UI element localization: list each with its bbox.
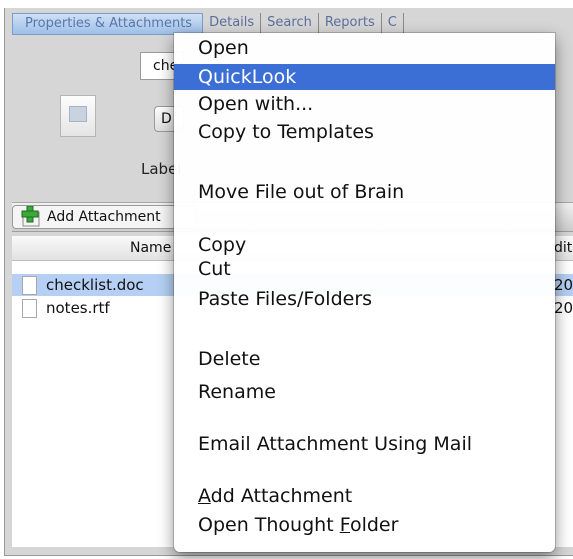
- label-part: Open Thought: [198, 514, 340, 536]
- menu-item-label: Move File out of Brain: [198, 181, 405, 203]
- name-column-header[interactable]: Name: [130, 236, 171, 260]
- menu-item-label: Open Thought Folder: [198, 512, 398, 538]
- rtf-file-icon: [22, 299, 37, 318]
- add-attachment-button[interactable]: Add Attachment: [12, 205, 196, 229]
- modified-column-header[interactable]: dit: [554, 236, 572, 260]
- menu-item-add-attachment[interactable]: Add Attachment: [174, 483, 555, 509]
- menu-item-open[interactable]: Open: [174, 35, 555, 61]
- mnemonic-letter: F: [339, 514, 350, 536]
- menu-item-label: Rename: [198, 381, 276, 403]
- menu-item-label: Copy to Templates: [198, 121, 374, 143]
- menu-item-label: Open with...: [198, 93, 314, 115]
- menu-item-copy-to-templates[interactable]: Copy to Templates: [174, 119, 555, 145]
- menu-item-label: Open: [198, 37, 249, 59]
- doc-file-icon: [22, 276, 37, 295]
- tab-details[interactable]: Details: [203, 13, 262, 33]
- tab-properties-attachments[interactable]: Properties & Attachments: [12, 13, 204, 35]
- document-icon: [60, 95, 96, 137]
- label-part: dd Attachment: [210, 485, 353, 507]
- menu-item-label: Copy: [198, 234, 247, 256]
- add-attachment-label: Add Attachment: [47, 209, 161, 225]
- mnemonic-letter: A: [198, 485, 211, 507]
- tab-c[interactable]: C: [382, 13, 404, 33]
- file-date: 20: [554, 276, 573, 294]
- menu-item-email-attachment[interactable]: Email Attachment Using Mail: [174, 431, 555, 457]
- menu-item-open-with[interactable]: Open with...: [174, 91, 555, 117]
- menu-item-copy[interactable]: Copy: [174, 232, 555, 258]
- file-name: notes.rtf: [46, 299, 110, 317]
- menu-item-paste-files-folders[interactable]: Paste Files/Folders: [174, 286, 555, 312]
- label-part: older: [349, 514, 399, 536]
- menu-item-delete[interactable]: Delete: [174, 346, 555, 372]
- context-menu: Open QuickLook Open with... Copy to Temp…: [174, 33, 555, 552]
- menu-item-rename[interactable]: Rename: [174, 379, 555, 405]
- menu-item-label: Email Attachment Using Mail: [198, 433, 472, 455]
- menu-item-label: Cut: [198, 258, 231, 280]
- menu-item-label: QuickLook: [198, 66, 297, 88]
- add-plus-icon: [21, 206, 40, 227]
- menu-item-label: Paste Files/Folders: [198, 288, 373, 310]
- file-name: checklist.doc: [46, 276, 144, 294]
- tab-bar: Properties & Attachments Details Search …: [12, 13, 404, 35]
- tab-search[interactable]: Search: [261, 13, 319, 33]
- menu-item-quicklook[interactable]: QuickLook: [174, 64, 555, 90]
- menu-item-label: Add Attachment: [198, 483, 352, 509]
- file-date: 20: [554, 299, 573, 317]
- menu-item-label: Delete: [198, 348, 261, 370]
- menu-item-open-thought-folder[interactable]: Open Thought Folder: [174, 512, 555, 538]
- tab-reports[interactable]: Reports: [319, 13, 382, 33]
- menu-item-cut[interactable]: Cut: [174, 256, 555, 282]
- menu-item-move-file-out-of-brain[interactable]: Move File out of Brain: [174, 179, 555, 205]
